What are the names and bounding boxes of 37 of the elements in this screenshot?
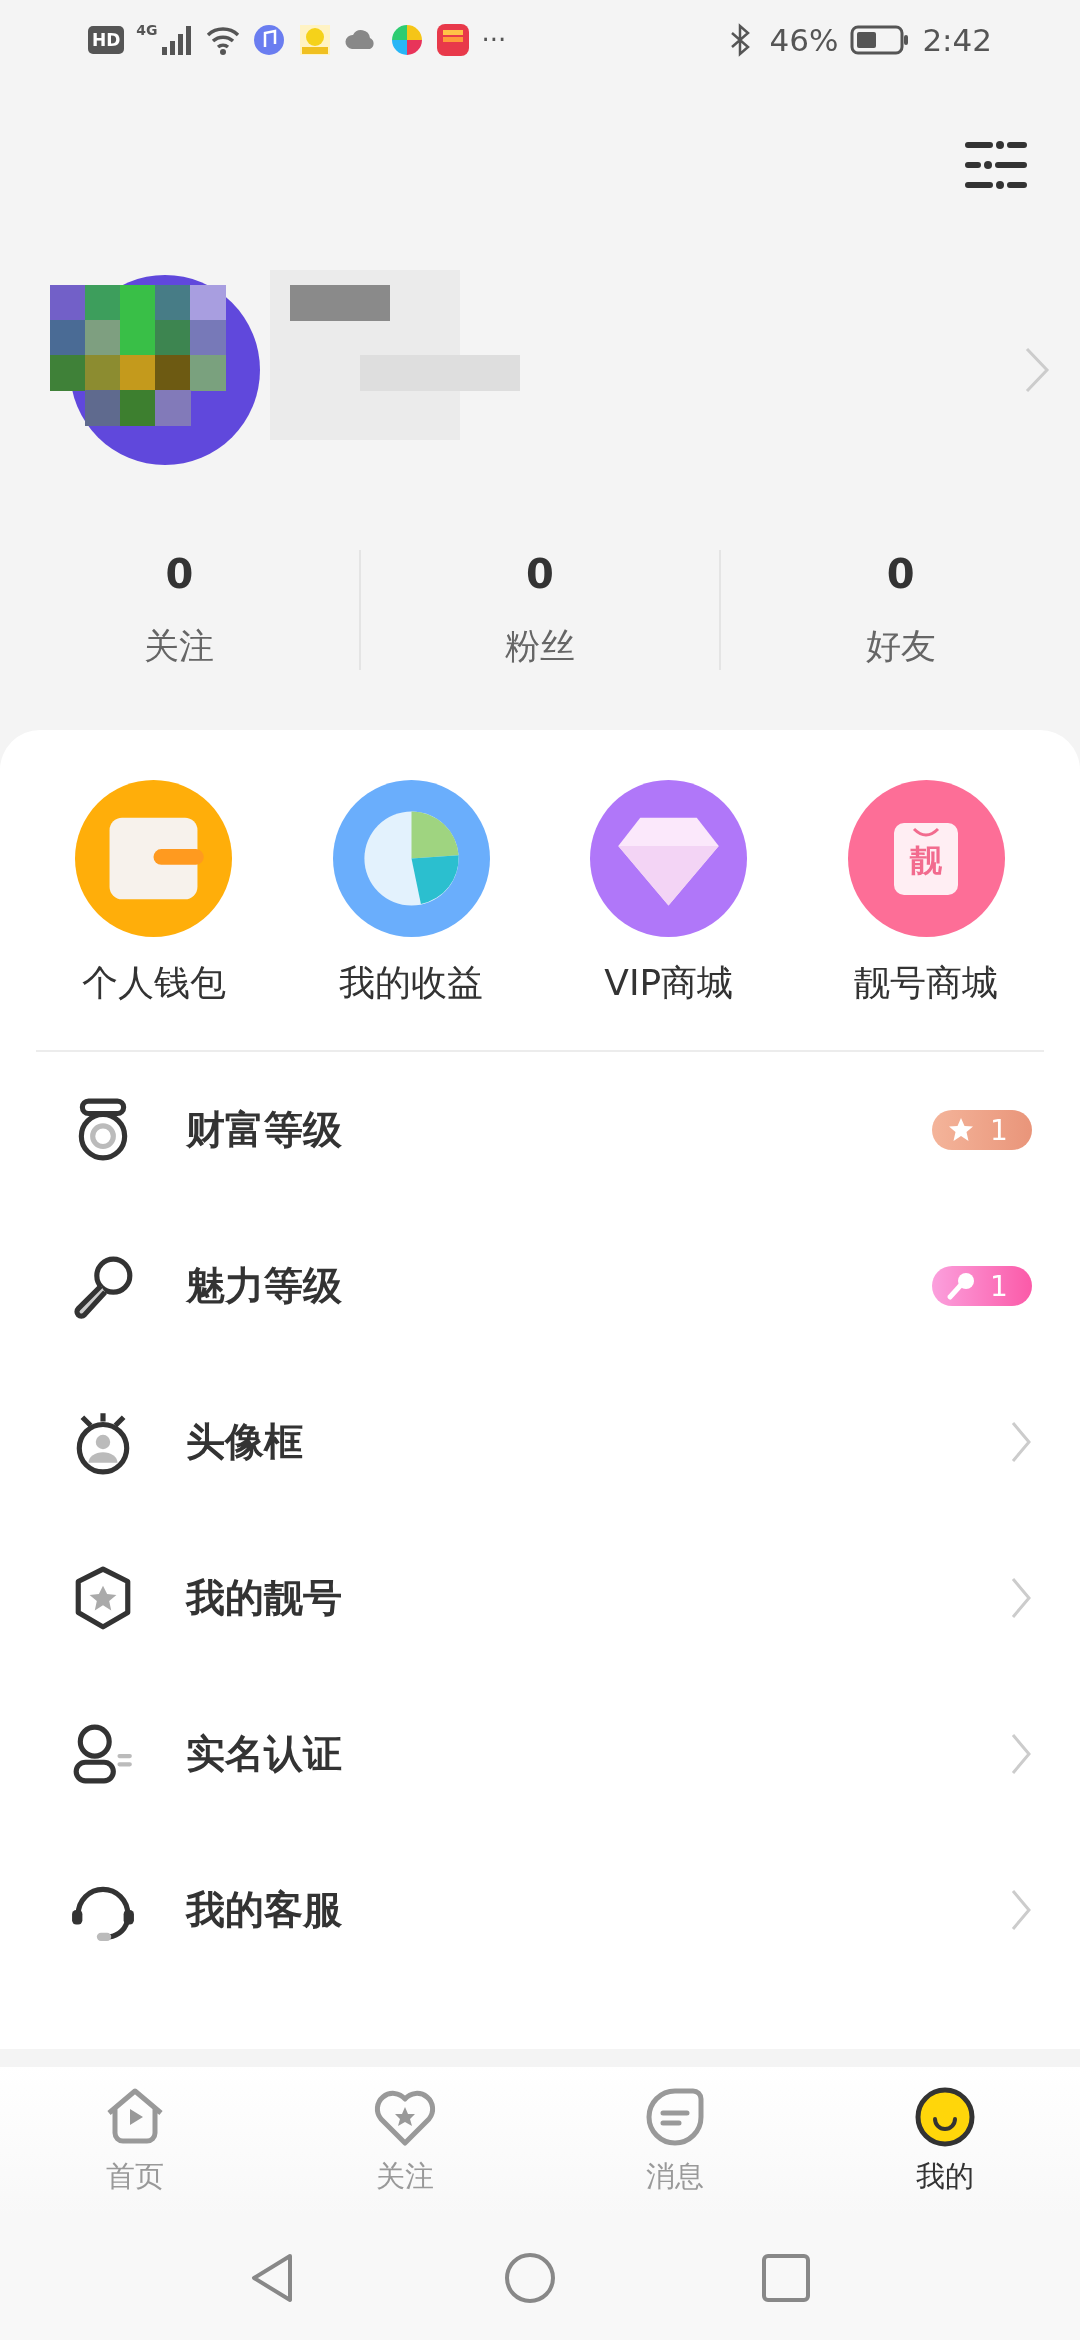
stat-label[interactable]: 关注 [144,622,215,670]
music-app-icon [251,23,286,57]
stat-count: 0 [886,550,915,597]
shortcut-label[interactable]: 靓号商城 [854,959,999,1008]
mascot-app-icon [297,23,332,57]
more-notifications: ··· [481,25,507,55]
nav-tab[interactable]: 我的 [810,2067,1080,2215]
charm-level-badge: 1 [932,1266,1032,1306]
menu-item[interactable]: 头像框 [186,1415,1010,1469]
chevron-right-icon [1010,1732,1032,1776]
network-type: 4G [136,22,158,38]
wealth-level-badge: 1 [932,1110,1032,1150]
menu-item[interactable]: 我的客服 [186,1883,1010,1937]
battery-icon [850,25,911,55]
stat-label[interactable]: 粉丝 [505,622,575,670]
menu-item[interactable]: 我的靓号 [186,1571,1010,1625]
chevron-right-icon [1010,1576,1032,1620]
bag-glyph: 靓 [910,840,943,879]
smiley-icon [913,2085,977,2149]
hd-badge: HD [88,26,125,54]
colorful-app-icon [389,23,424,57]
signal-icon [159,23,194,57]
chevron-right-icon [1010,1420,1032,1464]
shortcut-label[interactable]: 我的收益 [339,959,484,1008]
stat-label[interactable]: 好友 [865,622,936,670]
clock: 2:42 [922,22,992,58]
menu-icon[interactable] [964,139,1028,191]
menu-item[interactable]: 财富等级 [186,1103,932,1157]
menu-item[interactable]: 实名认证 [186,1727,1010,1781]
battery-percent: 46% [769,22,839,58]
menu-item[interactable]: 魅力等级 [186,1259,932,1313]
stat-count: 0 [165,550,194,597]
stat-count: 0 [526,550,554,597]
shortcut-label[interactable]: 个人钱包 [81,959,226,1008]
shortcut-label[interactable]: VIP商城 [604,959,734,1008]
stacked-app-icon [435,23,470,57]
chevron-right-icon [1010,1888,1032,1932]
